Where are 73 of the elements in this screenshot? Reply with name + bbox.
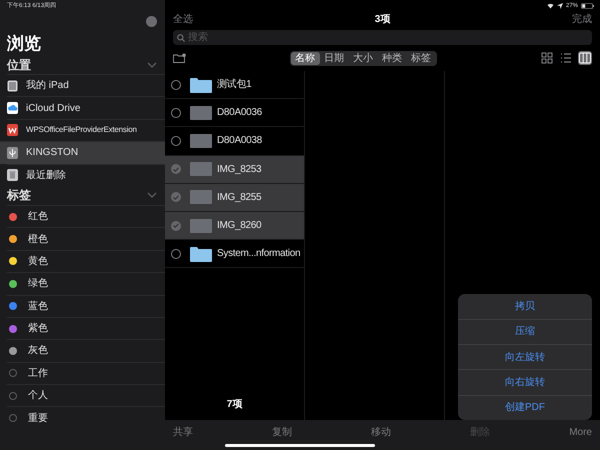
tag-item[interactable]: 橙色 xyxy=(7,227,165,250)
location-item[interactable]: 我的 iPad xyxy=(7,74,165,96)
tag-outline-dot xyxy=(9,414,17,422)
sort-tab[interactable]: 标签 xyxy=(406,52,436,64)
menu-item[interactable]: 向右旋转 xyxy=(458,369,592,395)
tag-item[interactable]: 蓝色 xyxy=(7,294,165,317)
toolbar-button[interactable]: 移动 xyxy=(371,424,392,440)
tag-item[interactable]: 重要 xyxy=(7,406,165,429)
chevron-icon[interactable] xyxy=(147,60,157,68)
file-row[interactable]: D80A0036 xyxy=(165,99,304,128)
file-row[interactable]: IMG_8253 xyxy=(165,156,304,184)
section-title: 标签 xyxy=(7,187,31,204)
search-field[interactable]: 搜索 xyxy=(173,30,592,45)
select-all-button[interactable]: 全选 xyxy=(173,12,193,27)
checked-circle-icon[interactable] xyxy=(171,220,181,231)
empty-circle-icon[interactable] xyxy=(171,80,181,90)
file-row[interactable]: IMG_8260 xyxy=(165,212,304,240)
empty-circle-icon[interactable] xyxy=(171,108,181,118)
location-item[interactable]: KINGSTON xyxy=(0,141,165,164)
selection-count: 3项 xyxy=(374,13,390,27)
menu-item[interactable]: 拷贝 xyxy=(458,294,592,319)
location-item[interactable]: 最近删除 xyxy=(7,164,165,186)
photo-placeholder xyxy=(190,190,212,204)
file-row[interactable]: 测试包1 xyxy=(165,71,304,100)
folder-icon xyxy=(190,76,212,93)
cloud-icon xyxy=(7,102,18,114)
list-view-icon[interactable] xyxy=(559,51,573,65)
sort-tab[interactable]: 日期 xyxy=(320,52,348,64)
tag-item[interactable]: 工作 xyxy=(7,362,165,384)
checked-circle-icon[interactable] xyxy=(171,164,181,174)
empty-circle-icon[interactable] xyxy=(171,136,181,146)
photo-placeholder xyxy=(190,134,212,148)
menu-item[interactable]: 向左旋转 xyxy=(458,344,592,370)
location-item[interactable]: iCloud Drive xyxy=(7,96,165,119)
column-view-icon[interactable] xyxy=(578,51,592,65)
sidebar-title: 浏览 xyxy=(6,33,42,55)
tag-item[interactable]: 个人 xyxy=(7,384,165,406)
sort-tab[interactable]: 种类 xyxy=(378,52,406,64)
sort-tab[interactable]: 大小 xyxy=(348,52,378,64)
wifi-icon xyxy=(546,3,554,9)
sort-tab[interactable]: 名称 xyxy=(290,52,320,64)
toolbar-button[interactable]: More xyxy=(569,424,592,440)
empty-circle-icon[interactable] xyxy=(171,248,181,259)
ipad-icon xyxy=(7,80,18,92)
folder-icon xyxy=(190,246,212,262)
section-title: 位置 xyxy=(7,56,31,74)
more-options-icon[interactable] xyxy=(146,16,157,27)
trash-icon xyxy=(7,169,18,182)
menu-item[interactable]: 压缩 xyxy=(458,318,592,344)
usb-icon xyxy=(7,146,18,159)
photo-placeholder xyxy=(190,218,212,233)
file-row[interactable]: System...nformation xyxy=(165,240,304,268)
done-button[interactable]: 完成 xyxy=(572,12,592,27)
checked-circle-icon[interactable] xyxy=(171,192,181,202)
menu-item[interactable]: 创建PDF xyxy=(458,394,592,420)
tag-outline-dot xyxy=(9,369,17,378)
toolbar-button[interactable]: 复制 xyxy=(272,424,292,440)
chevron-icon[interactable] xyxy=(147,191,157,200)
item-count: 7项 xyxy=(226,398,244,412)
location-arrow-icon xyxy=(556,3,563,9)
new-folder-icon[interactable] xyxy=(173,53,186,63)
wps-logo-icon xyxy=(7,124,18,136)
tag-item[interactable]: 绿色 xyxy=(7,272,165,295)
photo-placeholder xyxy=(190,162,212,176)
grid-view-icon[interactable] xyxy=(540,51,554,65)
tag-item[interactable]: 紫色 xyxy=(7,316,165,340)
tag-outline-dot xyxy=(9,392,17,400)
file-row[interactable]: IMG_8255 xyxy=(165,184,304,212)
battery-icon xyxy=(581,3,594,9)
tag-item[interactable]: 黄色 xyxy=(7,250,165,272)
tag-item[interactable]: 灰色 xyxy=(7,339,165,362)
toolbar-button[interactable]: 共享 xyxy=(173,424,193,440)
photo-placeholder xyxy=(190,106,212,120)
